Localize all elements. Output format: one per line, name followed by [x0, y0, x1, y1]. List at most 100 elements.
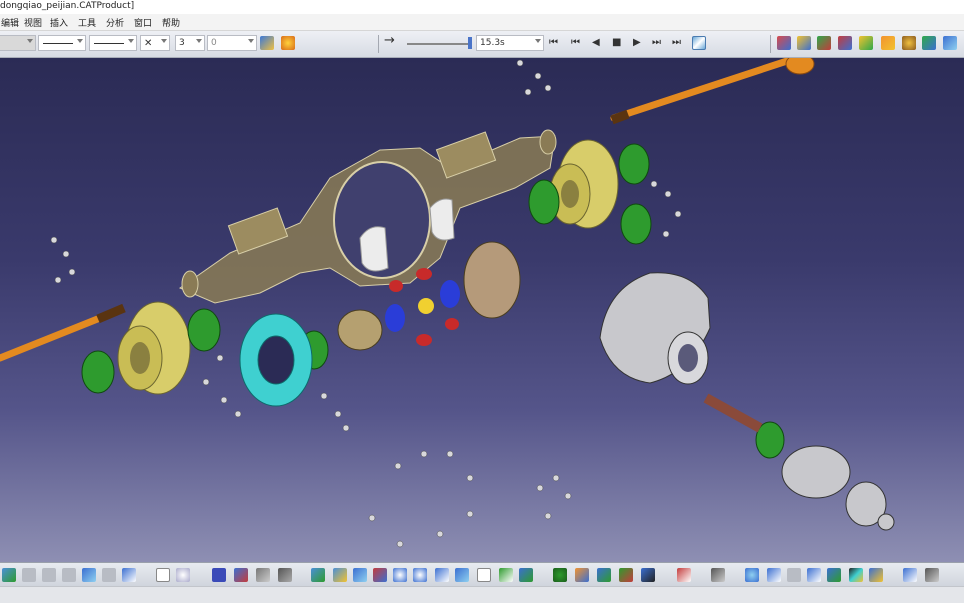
print-icon[interactable]	[925, 568, 939, 582]
comment-icon[interactable]	[176, 568, 190, 582]
redo-icon[interactable]	[102, 568, 116, 582]
step-forward-button[interactable]: ⏭	[652, 37, 661, 49]
rotate-icon[interactable]	[373, 568, 387, 582]
cut-icon[interactable]	[22, 568, 36, 582]
toolbar-separator	[378, 35, 379, 53]
left-wheel-hub	[117, 301, 191, 395]
fasteners	[50, 59, 682, 548]
fly-icon[interactable]	[311, 568, 325, 582]
fit-all-icon[interactable]	[333, 568, 347, 582]
time-slider-handle[interactable]	[468, 37, 472, 49]
chevron-down-icon	[535, 39, 541, 43]
chevron-down-icon	[77, 39, 83, 43]
menu-item-view[interactable]: 视图	[24, 16, 42, 29]
dimension-combo[interactable]: 3	[175, 35, 205, 51]
bottom-toolbar	[0, 562, 964, 587]
magic-wand-icon[interactable]	[281, 36, 295, 50]
window-title: dongqiao_peijian.CATProduct]	[0, 1, 135, 11]
paint-brush-icon[interactable]	[260, 36, 274, 50]
toolbar-separator	[770, 35, 771, 53]
top-toolbar: ✕ 3 0 → 15.3s ⏮ ⏮ ◀ ■ ▶ ⏭ ⏭	[0, 31, 964, 58]
measure-between-icon[interactable]	[677, 568, 691, 582]
chevron-down-icon	[196, 39, 202, 43]
assembly-icon[interactable]	[797, 36, 811, 50]
dimension-value: 3	[179, 38, 185, 48]
drive-pinion-assembly	[703, 393, 895, 531]
skip-to-start-button[interactable]: ⏮	[549, 37, 558, 49]
track-icon[interactable]	[767, 568, 781, 582]
title-bar: dongqiao_peijian.CATProduct]	[0, 0, 964, 14]
zoom-out-icon[interactable]	[413, 568, 427, 582]
chevron-down-icon	[128, 39, 134, 43]
right-wheel-hub	[549, 139, 619, 229]
line-type-preview	[43, 43, 73, 44]
status-bar	[0, 586, 964, 603]
play-forward-button[interactable]: ▶	[633, 37, 641, 49]
explode-icon[interactable]	[641, 568, 655, 582]
menu-item-analysis[interactable]: 分析	[106, 16, 124, 29]
product-icon[interactable]	[777, 36, 791, 50]
number-value: 0	[211, 38, 217, 48]
stop-button[interactable]: ■	[612, 37, 621, 49]
snap-icon[interactable]	[859, 36, 873, 50]
scene-icon[interactable]	[869, 568, 883, 582]
view-icon[interactable]	[455, 568, 469, 582]
catalog-icon[interactable]	[234, 568, 248, 582]
menu-item-help[interactable]: 帮助	[162, 16, 180, 29]
time-slider-track[interactable]	[407, 43, 471, 45]
left-half-shaft	[0, 303, 126, 362]
normal-view-icon[interactable]	[435, 568, 449, 582]
camera-icon[interactable]	[711, 568, 725, 582]
update-icon[interactable]	[2, 568, 16, 582]
gear-icon[interactable]	[553, 568, 567, 582]
measure-icon[interactable]	[256, 568, 270, 582]
right-half-shaft	[610, 58, 815, 125]
shuttle-icon[interactable]	[827, 568, 841, 582]
line-weight-combo[interactable]	[89, 35, 137, 51]
formula-icon[interactable]	[156, 568, 170, 582]
swap-space-icon[interactable]	[499, 568, 513, 582]
compass-icon[interactable]	[902, 36, 916, 50]
part-icon[interactable]	[575, 568, 589, 582]
help-icon[interactable]	[122, 568, 136, 582]
number-combo[interactable]: 0	[207, 35, 257, 51]
manipulate-icon[interactable]	[922, 36, 936, 50]
step-back-button[interactable]: ⏮	[571, 37, 580, 49]
explode-icon[interactable]	[838, 36, 852, 50]
section-icon[interactable]	[278, 568, 292, 582]
3d-viewport[interactable]	[0, 58, 964, 562]
play-backward-button[interactable]: ◀	[592, 37, 600, 49]
constraint-icon[interactable]	[597, 568, 611, 582]
manipulation-icon[interactable]	[619, 568, 633, 582]
pan-icon[interactable]	[353, 568, 367, 582]
constraint-icon[interactable]	[817, 36, 831, 50]
arrow-right-icon: →	[384, 33, 395, 48]
fit-icon[interactable]	[943, 36, 957, 50]
ruler-icon[interactable]	[903, 568, 917, 582]
paste-icon[interactable]	[62, 568, 76, 582]
lighting-icon[interactable]	[849, 568, 863, 582]
globe-icon[interactable]	[745, 568, 759, 582]
menu-item-insert[interactable]: 插入	[50, 16, 68, 29]
search-icon[interactable]	[807, 568, 821, 582]
animation-time-value: 15.3s	[480, 38, 505, 48]
menu-item-tools[interactable]: 工具	[78, 16, 96, 29]
copy-icon[interactable]	[42, 568, 56, 582]
player-settings-icon[interactable]	[692, 36, 706, 50]
menu-item-window[interactable]: 窗口	[134, 16, 152, 29]
color-combo[interactable]	[0, 35, 36, 51]
line-type-combo[interactable]	[38, 35, 86, 51]
menu-item-edit[interactable]: 编辑	[1, 16, 19, 29]
point-type-combo[interactable]: ✕	[140, 35, 170, 51]
move-icon[interactable]	[881, 36, 895, 50]
chevron-down-icon	[27, 39, 33, 43]
undo-icon[interactable]	[82, 568, 96, 582]
layer-icon[interactable]	[212, 568, 226, 582]
chevron-down-icon	[161, 39, 167, 43]
animation-time-combo[interactable]: 15.3s	[476, 35, 544, 51]
skip-to-end-button[interactable]: ⏭	[672, 37, 681, 49]
zoom-in-icon[interactable]	[393, 568, 407, 582]
hide-show-icon[interactable]	[477, 568, 491, 582]
render-icon[interactable]	[519, 568, 533, 582]
sequence-icon[interactable]	[787, 568, 801, 582]
